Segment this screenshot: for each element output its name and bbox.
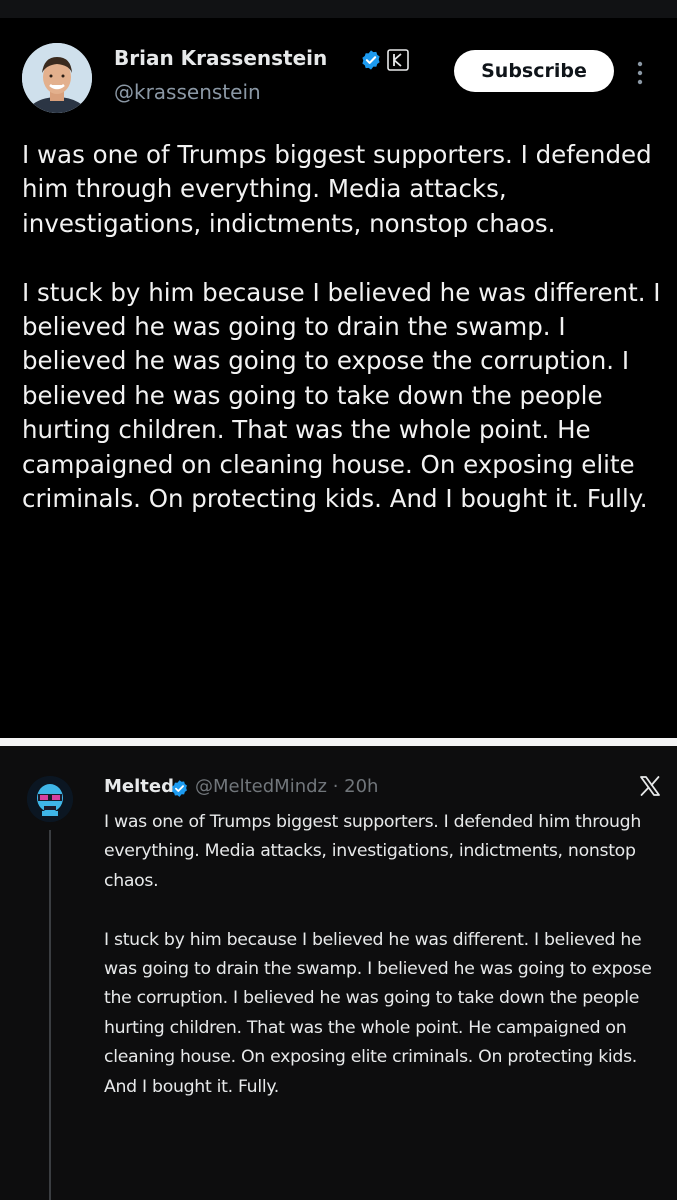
quoted-post-body: I was one of Trumps biggest supporters. …	[104, 808, 664, 1131]
post-paragraph-1: I was one of Trumps biggest supporters. …	[22, 140, 652, 238]
top-edge	[0, 0, 677, 18]
quoted-paragraph-1: I was one of Trumps biggest supporters. …	[104, 812, 641, 891]
quoted-paragraph-2: I stuck by him because I believed he was…	[104, 929, 652, 1097]
affiliate-k-icon[interactable]	[386, 48, 410, 72]
quoted-author-handle: @MeltedMindz · 20h	[195, 776, 379, 797]
more-options-icon[interactable]	[634, 60, 646, 86]
quoted-post-screenshot: Melted @MeltedMindz · 20h I was one of T…	[0, 746, 677, 1200]
post-body: I was one of Trumps biggest supporters. …	[22, 138, 662, 551]
author-avatar[interactable]	[22, 43, 92, 113]
author-name[interactable]: Brian Krassenstein	[114, 46, 327, 70]
author-handle[interactable]: @krassenstein	[114, 80, 261, 104]
image-divider	[0, 738, 677, 746]
x-logo-icon	[638, 774, 662, 798]
quoted-author-avatar	[27, 776, 73, 822]
verified-badge-icon	[360, 49, 382, 71]
thread-line	[49, 830, 51, 1200]
subscribe-button[interactable]: Subscribe	[454, 50, 614, 92]
verified-badge-icon	[170, 779, 189, 798]
quoted-author-name: Melted	[104, 776, 174, 797]
post-paragraph-2: I stuck by him because I believed he was…	[22, 277, 661, 514]
main-post: Brian Krassenstein @krassenstein Subscri…	[0, 0, 677, 738]
